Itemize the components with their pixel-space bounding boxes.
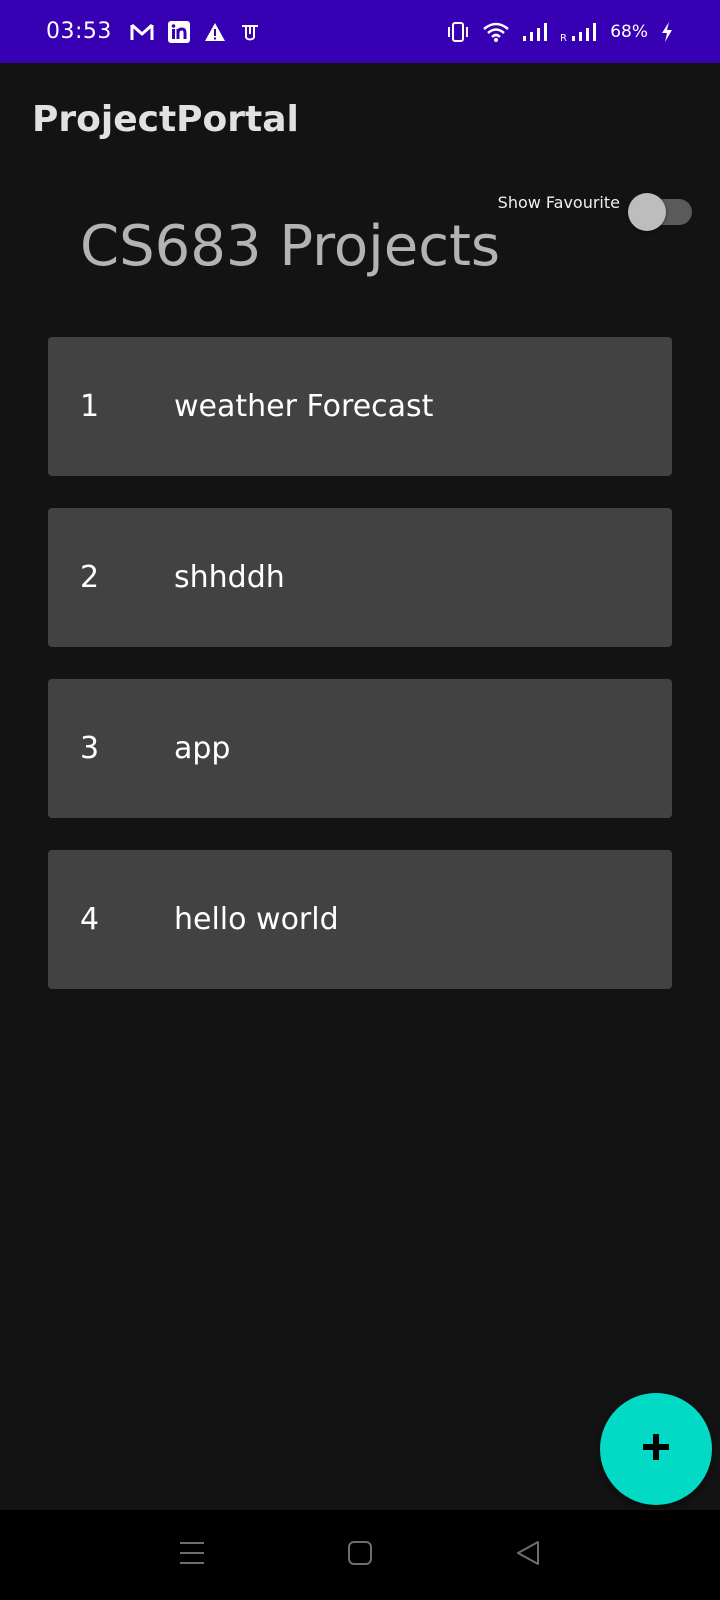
add-project-button[interactable] (600, 1393, 712, 1505)
warning-icon (204, 22, 226, 42)
signal-roaming-icon: R (560, 21, 598, 43)
project-name: hello world (174, 902, 339, 937)
show-favourite-label: Show Favourite (497, 193, 620, 212)
show-favourite-switch[interactable] (628, 188, 692, 231)
project-number: 1 (80, 389, 100, 424)
menu-icon (178, 1540, 206, 1570)
project-number: 3 (80, 731, 100, 766)
system-nav-bar (0, 1510, 720, 1600)
battery-percent: 68% (610, 21, 648, 42)
list-item[interactable]: 4 hello world (48, 850, 672, 989)
signal-icon (522, 21, 548, 43)
home-button[interactable] (335, 1530, 385, 1580)
back-button[interactable] (503, 1530, 553, 1580)
plus-icon (640, 1431, 672, 1467)
app-title: ProjectPortal (32, 99, 299, 140)
wifi-icon (482, 21, 510, 43)
list-item[interactable]: 1 weather Forecast (48, 337, 672, 476)
project-name: shhddh (174, 560, 285, 595)
notification-icons (130, 20, 260, 43)
home-icon (347, 1540, 373, 1570)
status-bar: 03:53 R 68% (0, 0, 720, 63)
app-bar: ProjectPortal (0, 63, 720, 183)
project-list: 1 weather Forecast 2 shhddh 3 app 4 hell… (48, 337, 672, 1021)
status-time: 03:53 (46, 19, 112, 44)
charging-icon (660, 21, 674, 43)
list-item[interactable]: 3 app (48, 679, 672, 818)
project-number: 2 (80, 560, 100, 595)
vibrate-icon (446, 21, 470, 43)
project-name: app (174, 731, 231, 766)
svg-text:R: R (560, 33, 567, 43)
app-icon (240, 22, 260, 42)
back-icon (515, 1540, 541, 1570)
linkedin-icon (167, 20, 190, 43)
switch-thumb[interactable] (628, 193, 666, 231)
project-name: weather Forecast (174, 389, 434, 424)
page-heading: CS683 Projects (80, 214, 501, 279)
gmail-icon (130, 22, 154, 42)
project-number: 4 (80, 902, 100, 937)
menu-button[interactable] (167, 1530, 217, 1580)
system-icons: R 68% (446, 21, 674, 43)
list-item[interactable]: 2 shhddh (48, 508, 672, 647)
